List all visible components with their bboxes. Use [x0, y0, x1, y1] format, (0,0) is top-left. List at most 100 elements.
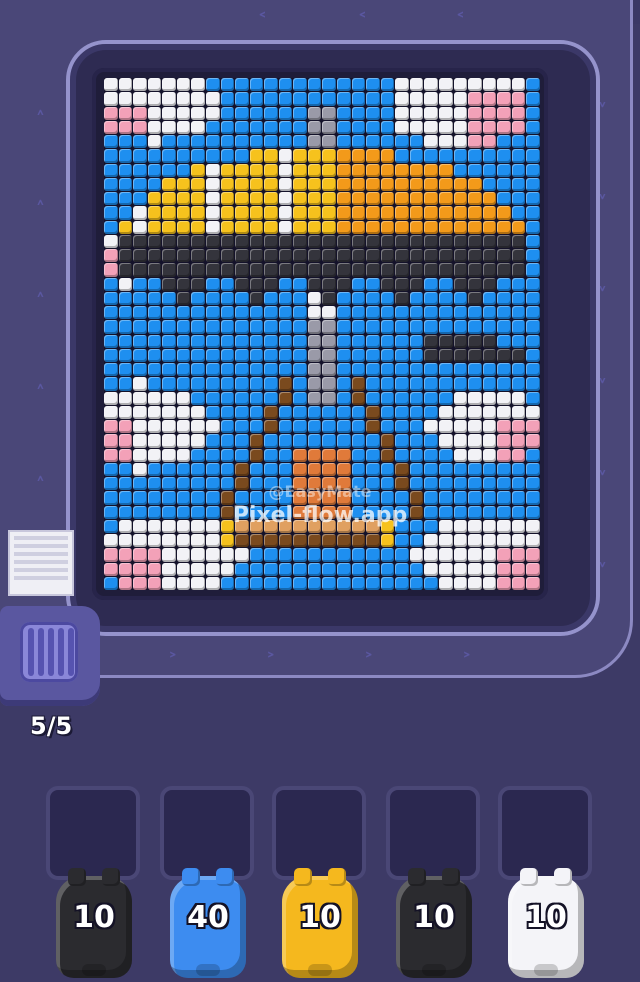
- pixel-block: [482, 149, 497, 163]
- pixel-block: [526, 405, 540, 419]
- pixel-block: [264, 548, 278, 562]
- pixel-block: [176, 348, 191, 362]
- pixel-block: [511, 78, 526, 92]
- pixel-block: [191, 277, 205, 291]
- holding-slot[interactable]: [498, 786, 592, 880]
- pixel-block: [235, 206, 249, 220]
- pixel-block: [235, 420, 249, 434]
- pixel-block: [249, 562, 264, 576]
- pixel-block: [366, 135, 380, 149]
- pixel-block: [337, 534, 351, 548]
- pig-shooter-blue[interactable]: 40: [170, 868, 246, 978]
- pixel-block: [351, 405, 366, 419]
- pixel-block: [104, 548, 118, 562]
- pixel-block: [147, 562, 162, 576]
- pixel-block: [162, 291, 176, 305]
- pixel-block: [526, 291, 540, 305]
- pixel-block: [264, 220, 278, 234]
- pig-shooter-black[interactable]: 10: [56, 868, 132, 978]
- pig-shooter-black[interactable]: 10: [396, 868, 472, 978]
- pixel-block: [220, 263, 235, 277]
- pixel-block: [322, 363, 337, 377]
- pig-shooter-white[interactable]: 10: [508, 868, 584, 978]
- pixel-block: [424, 391, 439, 405]
- pixel-block: [424, 334, 439, 348]
- pixel-block: [133, 548, 147, 562]
- pig-snout-icon: [196, 964, 220, 976]
- pixel-block: [511, 220, 526, 234]
- pixel-block: [235, 405, 249, 419]
- pixel-block: [264, 348, 278, 362]
- pixel-block: [133, 448, 147, 462]
- pixel-block: [235, 348, 249, 362]
- pixel-block: [191, 192, 205, 206]
- pixel-block: [278, 291, 293, 305]
- pixel-block: [205, 163, 220, 177]
- pixel-block: [337, 420, 351, 434]
- pixel-block: [497, 391, 511, 405]
- pixel-block: [235, 320, 249, 334]
- pixel-block: [351, 192, 366, 206]
- pixel-block: [191, 106, 205, 120]
- pixel-block: [468, 234, 482, 248]
- pixel-block: [322, 249, 337, 263]
- pixel-block: [439, 391, 453, 405]
- pixel-block: [191, 220, 205, 234]
- pixel-block: [468, 149, 482, 163]
- pixel-block: [264, 562, 278, 576]
- pixel-block: [526, 477, 540, 491]
- holding-slot[interactable]: [272, 786, 366, 880]
- holding-slot[interactable]: [46, 786, 140, 880]
- pixel-block: [395, 120, 409, 134]
- pixel-block: [293, 277, 307, 291]
- holding-slot[interactable]: [160, 786, 254, 880]
- pixel-block: [176, 277, 191, 291]
- pixel-block: [468, 576, 482, 590]
- pixel-block: [293, 548, 307, 562]
- pixel-block: [147, 291, 162, 305]
- pixel-block: [511, 405, 526, 419]
- pixel-block: [424, 120, 439, 134]
- holding-slot[interactable]: [386, 786, 480, 880]
- pixel-block: [526, 448, 540, 462]
- pixel-block: [439, 163, 453, 177]
- pixel-block: [380, 534, 395, 548]
- pixel-block: [147, 462, 162, 476]
- pixel-block: [249, 220, 264, 234]
- pixel-block: [526, 206, 540, 220]
- pixel-block: [133, 263, 147, 277]
- pixel-block: [205, 92, 220, 106]
- pixel-block: [118, 477, 133, 491]
- pixel-block: [293, 220, 307, 234]
- pig-snout-icon: [308, 964, 332, 976]
- pixel-block: [511, 334, 526, 348]
- pixel-block: [380, 420, 395, 434]
- pixel-block: [468, 391, 482, 405]
- pixel-block: [526, 562, 540, 576]
- pixel-block: [482, 548, 497, 562]
- pixel-block: [409, 576, 424, 590]
- pixel-block: [220, 177, 235, 191]
- pig-count: 10: [413, 900, 455, 935]
- pixel-block: [482, 519, 497, 533]
- pixel-block: [118, 363, 133, 377]
- pixel-block: [439, 320, 453, 334]
- pixel-block: [453, 92, 468, 106]
- pixel-block: [264, 363, 278, 377]
- pixel-block: [395, 462, 409, 476]
- pixel-block: [205, 377, 220, 391]
- pixel-block: [307, 462, 322, 476]
- pixel-block: [162, 434, 176, 448]
- pixel-block: [497, 120, 511, 134]
- pixel-block: [249, 363, 264, 377]
- pixel-block: [278, 348, 293, 362]
- pixel-block: [278, 434, 293, 448]
- pixel-block: [104, 263, 118, 277]
- pixel-block: [264, 177, 278, 191]
- pixel-block: [468, 505, 482, 519]
- pixel-block: [220, 291, 235, 305]
- pixel-block: [351, 534, 366, 548]
- pig-shooter-yellow[interactable]: 10: [282, 868, 358, 978]
- pixel-block: [162, 377, 176, 391]
- pixel-block: [482, 249, 497, 263]
